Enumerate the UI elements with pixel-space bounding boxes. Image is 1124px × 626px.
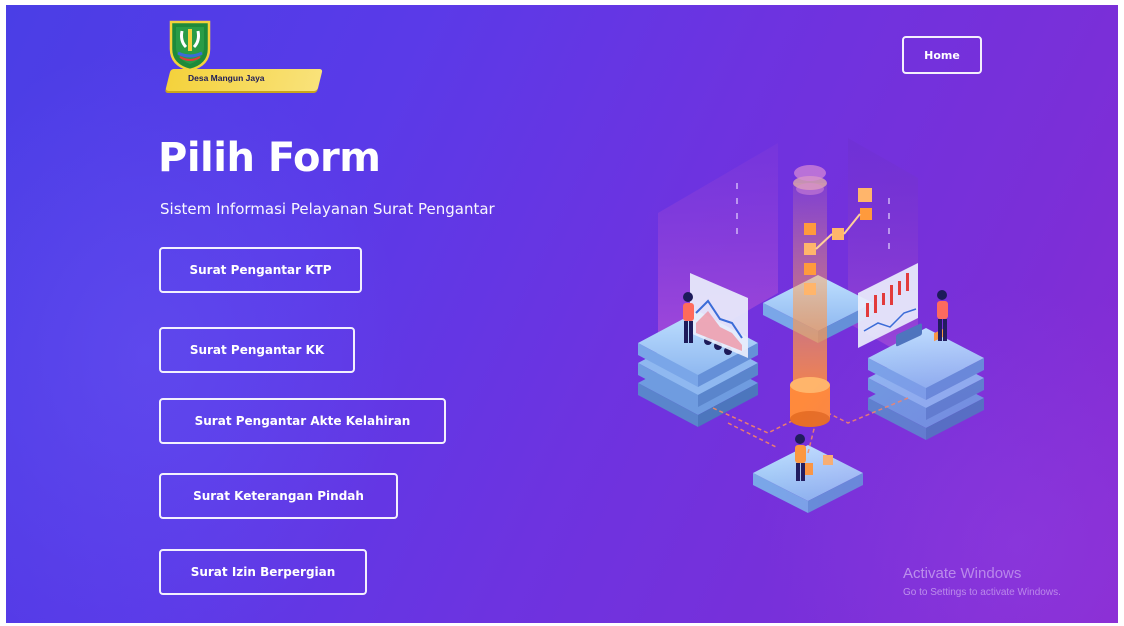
logo-text: Desa Mangun Jaya (188, 73, 265, 83)
form-button-akte-kelahiran[interactable]: Surat Pengantar Akte Kelahiran (159, 398, 446, 444)
platform-bottom (753, 445, 863, 513)
watermark-line2: Go to Settings to activate Windows. (903, 587, 1061, 598)
person-bottom-icon (795, 434, 806, 481)
person-right-icon (937, 290, 948, 341)
page-subtitle: Sistem Informasi Pelayanan Surat Pengant… (160, 200, 495, 218)
form-button-keterangan-pindah[interactable]: Surat Keterangan Pindah (159, 473, 398, 519)
activate-windows-watermark: Activate Windows Go to Settings to activ… (903, 565, 1061, 598)
regency-emblem-icon (169, 20, 211, 71)
form-button-kk[interactable]: Surat Pengantar KK (159, 327, 355, 373)
home-button[interactable]: Home (902, 36, 982, 74)
site-logo[interactable]: Desa Mangun Jaya (158, 19, 328, 99)
page-title: Pilih Form (158, 135, 381, 181)
form-button-izin-berpergian[interactable]: Surat Izin Berpergian (159, 549, 367, 595)
platform-right (868, 323, 984, 440)
data-center-illustration (638, 138, 984, 513)
form-button-ktp[interactable]: Surat Pengantar KTP (159, 247, 362, 293)
database-cylinder (790, 377, 830, 427)
page-background: Desa Mangun Jaya Home Pilih Form Sistem … (6, 5, 1118, 623)
watermark-line1: Activate Windows (903, 565, 1022, 582)
